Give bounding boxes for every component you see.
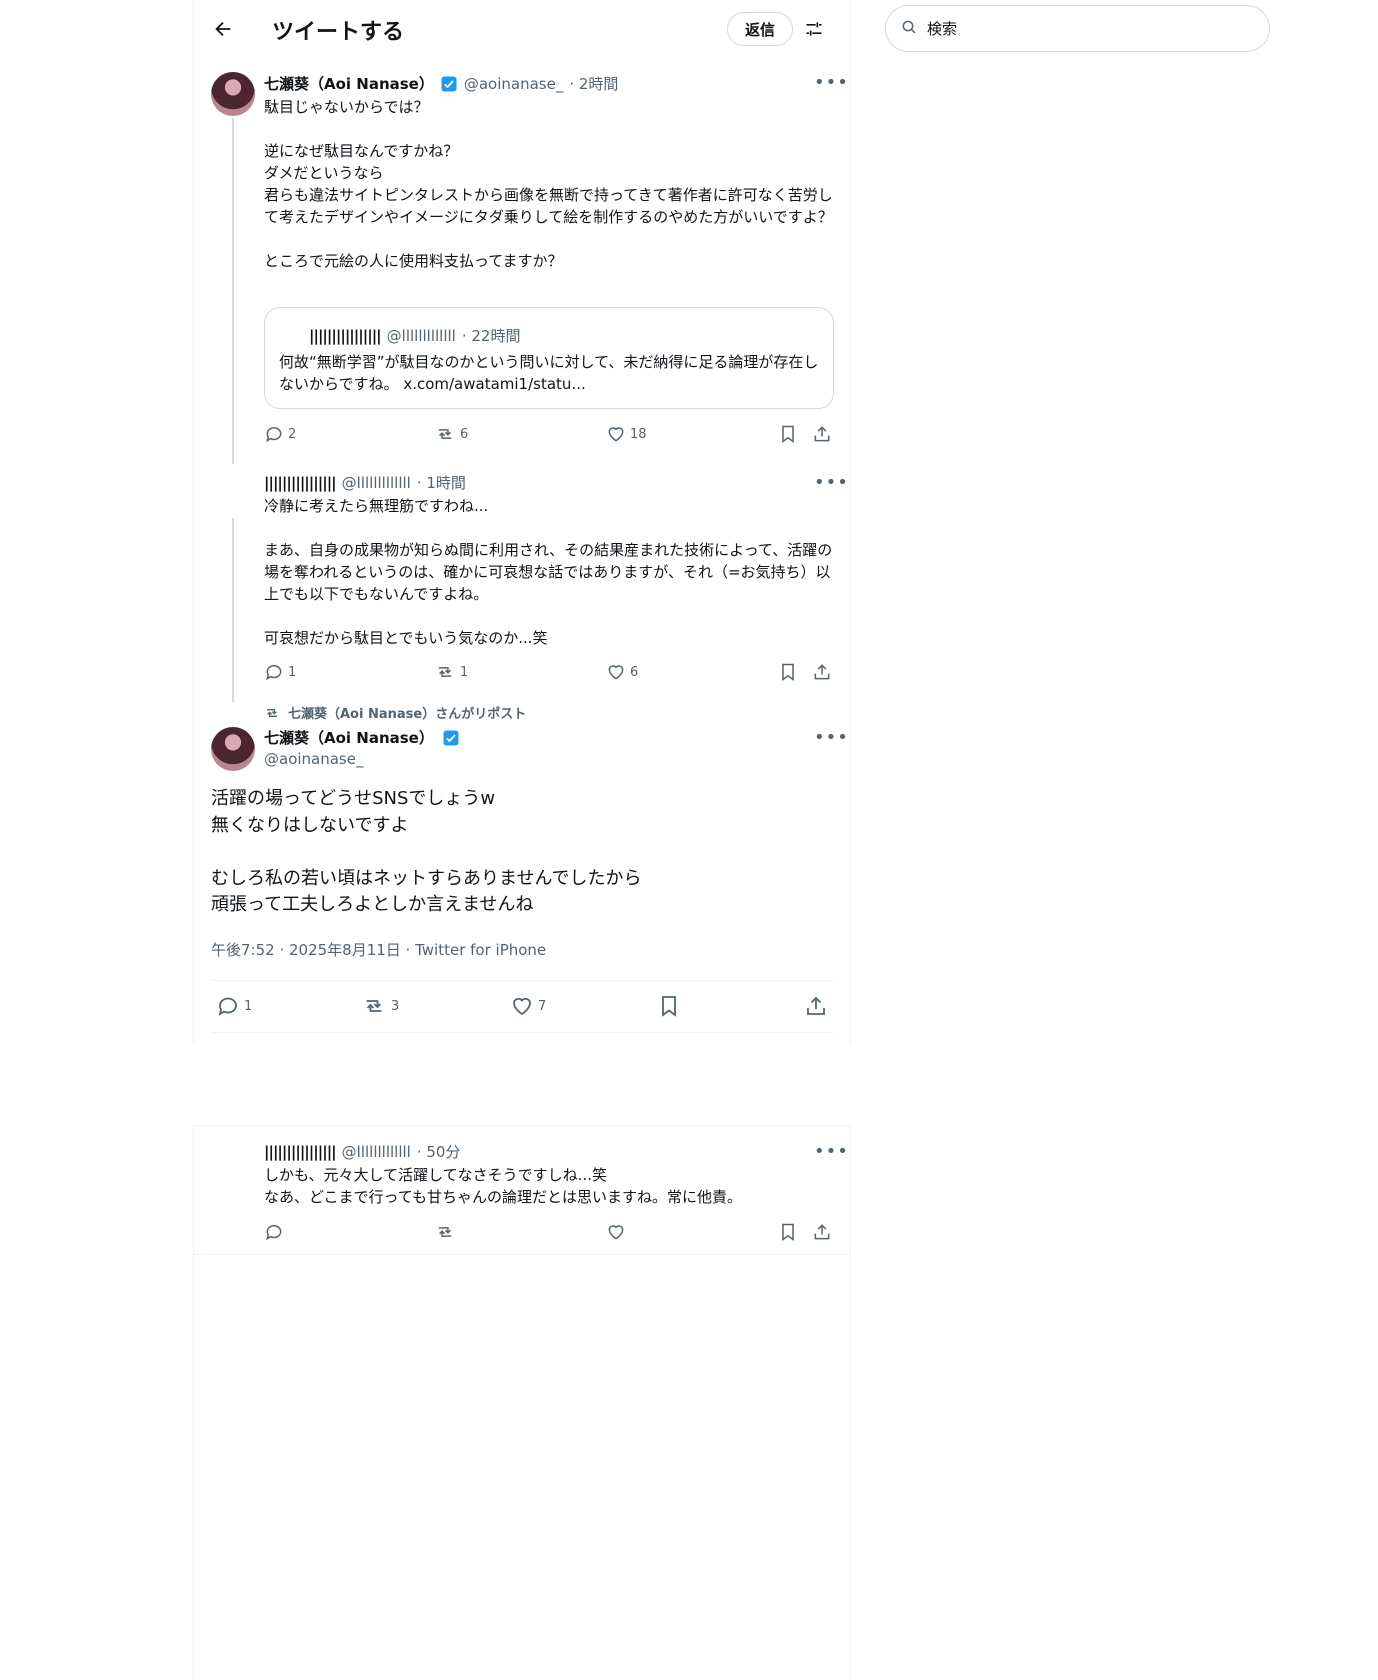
share-icon[interactable] bbox=[804, 994, 828, 1022]
like-icon bbox=[513, 997, 531, 1016]
quote-tweet[interactable]: |||||||||||||||| @lllllllllllll · 22時間 何… bbox=[264, 307, 834, 409]
quote-display-name: |||||||||||||||| bbox=[309, 326, 382, 345]
like-action[interactable]: 18 bbox=[606, 424, 647, 444]
repost-count: 1 bbox=[460, 664, 469, 680]
reply-count: 1 bbox=[244, 998, 253, 1014]
tweet-actions: 1 1 6 bbox=[264, 662, 834, 684]
tweet-text: しかも、元々大して活躍してなさそうですしね...笑 なあ、どこまで行っても甘ちゃ… bbox=[264, 1166, 743, 1206]
back-arrow-icon[interactable] bbox=[212, 18, 234, 40]
repost-count: 3 bbox=[391, 998, 400, 1014]
reply-icon bbox=[266, 427, 282, 443]
tweet-header: 七瀬葵（Aoi Nanase） bbox=[264, 727, 460, 748]
thread-line bbox=[232, 518, 234, 702]
repost-label[interactable]: 七瀬葵（Aoi Nanase）さんがリポスト bbox=[288, 703, 526, 722]
quote-header: |||||||||||||||| @lllllllllllll · 22時間 bbox=[309, 325, 520, 346]
like-action[interactable]: 6 bbox=[606, 662, 638, 682]
divider bbox=[193, 1254, 851, 1255]
reply-icon bbox=[218, 997, 237, 1016]
repost-action[interactable]: 6 bbox=[434, 424, 468, 444]
repost-action[interactable]: 1 bbox=[434, 662, 468, 682]
thread-line bbox=[232, 118, 234, 464]
tweet-header: 七瀬葵（Aoi Nanase） @aoinanase_ · 2時間 bbox=[264, 73, 618, 94]
tweet-timestamp[interactable]: 午後7:52 · 2025年8月11日 · Twitter for iPhone bbox=[211, 939, 546, 960]
repost-count: 6 bbox=[460, 426, 469, 442]
verified-icon bbox=[443, 730, 459, 745]
share-icon[interactable] bbox=[812, 424, 832, 448]
reply-icon bbox=[266, 665, 282, 681]
timestamp[interactable]: · 50分 bbox=[417, 1141, 461, 1162]
display-name[interactable]: |||||||||||||||| bbox=[264, 1143, 337, 1161]
timestamp[interactable]: · 2時間 bbox=[569, 73, 618, 94]
divider bbox=[193, 1125, 851, 1126]
repost-icon bbox=[366, 1000, 382, 1012]
like-icon bbox=[608, 427, 624, 442]
timestamp[interactable]: · 1時間 bbox=[417, 472, 466, 493]
bookmark-icon[interactable] bbox=[778, 1222, 798, 1246]
bookmark-icon[interactable] bbox=[778, 662, 798, 686]
page-title: ツイートする bbox=[272, 20, 405, 45]
filter-icon[interactable] bbox=[804, 19, 824, 39]
repost-icon[interactable] bbox=[434, 1222, 456, 1246]
repost-action[interactable]: 3 bbox=[361, 994, 399, 1018]
divider bbox=[211, 980, 833, 981]
like-count: 7 bbox=[538, 998, 547, 1014]
handle[interactable]: @aoinanase_ bbox=[464, 75, 563, 93]
more-icon[interactable]: ••• bbox=[814, 727, 849, 748]
quote-handle: @lllllllllllll bbox=[386, 326, 456, 345]
repost-icon bbox=[438, 667, 452, 677]
repost-indicator: 七瀬葵（Aoi Nanase）さんがリポスト bbox=[264, 703, 526, 722]
handle[interactable]: @aoinanase_ bbox=[264, 750, 363, 768]
tweet-actions: 1 3 7 bbox=[211, 994, 833, 1020]
display-name[interactable]: 七瀬葵（Aoi Nanase） bbox=[264, 73, 434, 94]
search-icon bbox=[901, 19, 917, 39]
more-icon[interactable]: ••• bbox=[814, 472, 849, 493]
divider bbox=[211, 1032, 833, 1033]
verified-icon bbox=[441, 76, 457, 91]
bookmark-icon[interactable] bbox=[657, 994, 681, 1022]
reply-icon[interactable] bbox=[264, 1222, 284, 1246]
tweet-header: |||||||||||||||| @lllllllllllll · 50分 bbox=[264, 1141, 460, 1162]
tweet-text: 冷静に考えたら無理筋ですわね... まあ、自身の成果物が知らぬ間に利用され、その… bbox=[264, 497, 833, 647]
display-name[interactable]: |||||||||||||||| bbox=[264, 474, 337, 492]
quote-timestamp: · 22時間 bbox=[461, 327, 521, 345]
bookmark-icon[interactable] bbox=[778, 424, 798, 448]
tweet-text: 活躍の場ってどうせSNSでしょうw 無くなりはしないですよ むしろ私の若い頃はネ… bbox=[211, 788, 642, 915]
quote-text: 何故“無断学習”が駄目なのかという問いに対して、未だ納得に足る論理が存在しないか… bbox=[279, 353, 819, 393]
search-box[interactable] bbox=[885, 5, 1270, 52]
reply-action[interactable]: 2 bbox=[264, 424, 296, 444]
reply-button[interactable]: 返信 bbox=[727, 12, 793, 46]
like-count: 6 bbox=[630, 664, 639, 680]
handle[interactable]: @lllllllllllll bbox=[342, 1143, 411, 1161]
tweet-header: |||||||||||||||| @lllllllllllll · 1時間 bbox=[264, 472, 466, 493]
search-input[interactable] bbox=[925, 18, 1229, 39]
reply-action[interactable]: 1 bbox=[264, 662, 296, 682]
handle[interactable]: @lllllllllllll bbox=[342, 474, 411, 492]
avatar[interactable] bbox=[211, 727, 255, 771]
more-icon[interactable]: ••• bbox=[814, 1141, 849, 1162]
like-count: 18 bbox=[630, 426, 647, 442]
like-icon[interactable] bbox=[606, 1222, 626, 1246]
share-icon[interactable] bbox=[812, 1222, 832, 1246]
tweet-text: 駄目じゃないからでは？ 逆になぜ駄目なんですかね？ ダメだというなら 君らも違法… bbox=[264, 98, 833, 270]
avatar[interactable] bbox=[211, 72, 255, 116]
tweet-actions: 2 6 18 bbox=[264, 424, 834, 446]
repost-icon bbox=[438, 429, 452, 439]
display-name[interactable]: 七瀬葵（Aoi Nanase） bbox=[264, 727, 434, 748]
share-icon[interactable] bbox=[812, 662, 832, 686]
repost-icon bbox=[267, 708, 277, 717]
tweet-actions bbox=[264, 1222, 834, 1244]
reply-action[interactable]: 1 bbox=[216, 994, 252, 1018]
like-icon bbox=[608, 665, 624, 680]
like-action[interactable]: 7 bbox=[510, 994, 546, 1018]
more-icon[interactable]: ••• bbox=[814, 72, 849, 93]
section-gap bbox=[193, 1044, 851, 1126]
reply-count: 1 bbox=[288, 664, 297, 680]
reply-count: 2 bbox=[288, 426, 297, 442]
